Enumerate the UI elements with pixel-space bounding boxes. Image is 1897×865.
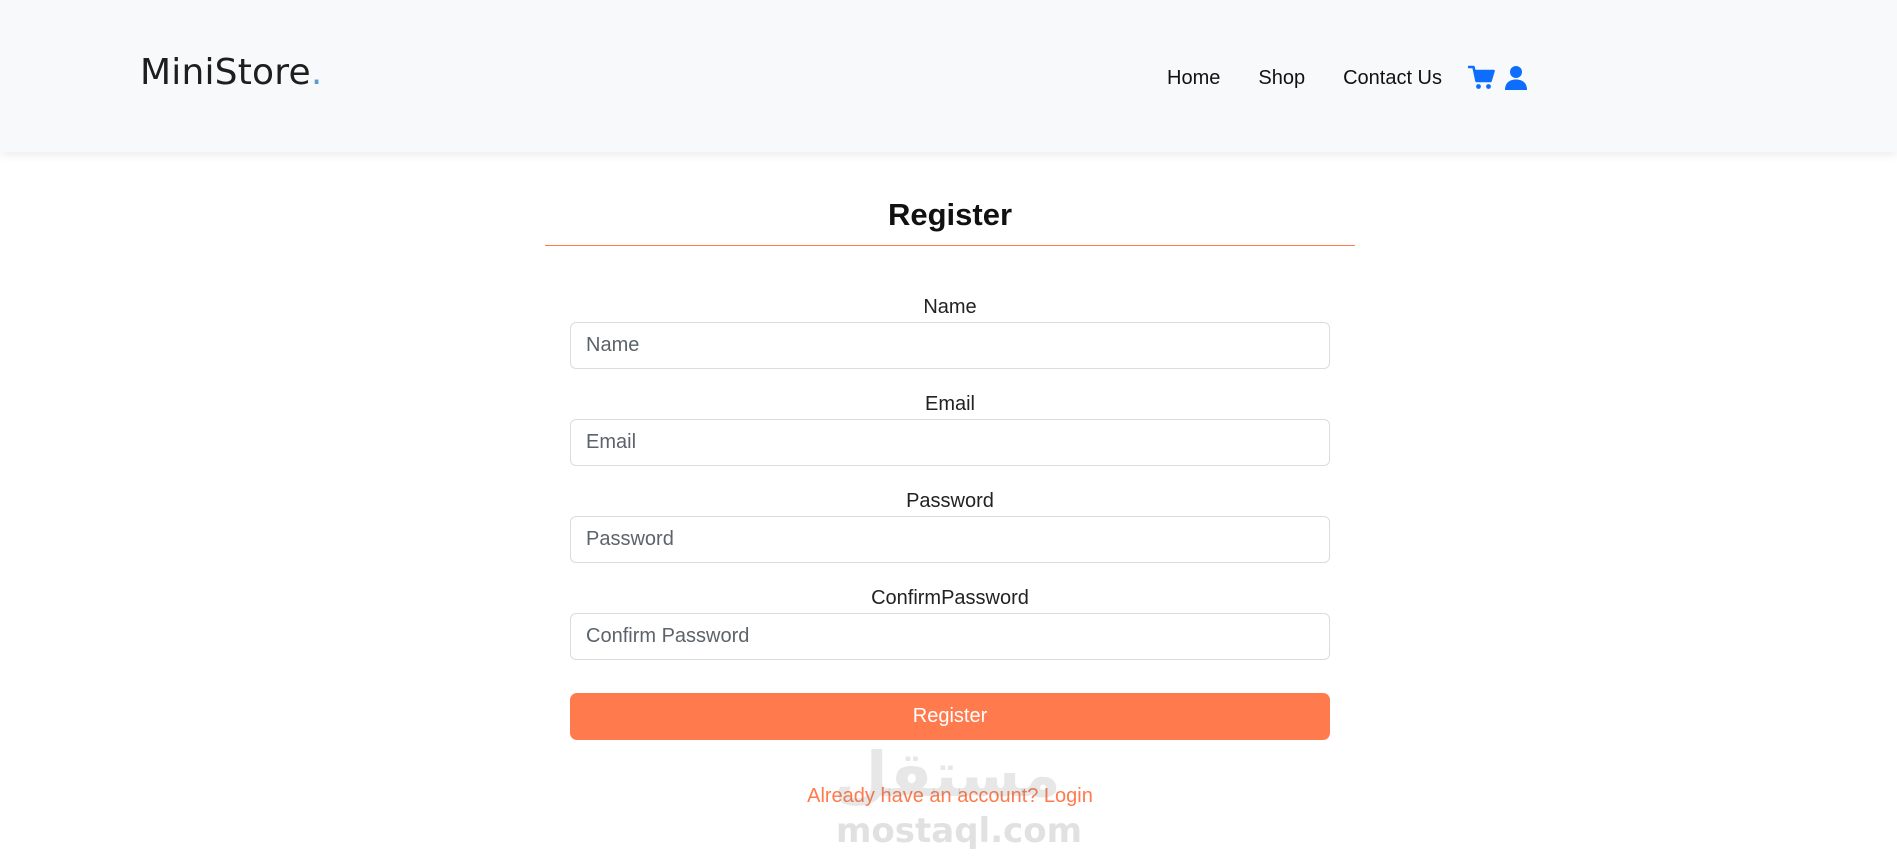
brand-name: MiniStore xyxy=(140,52,311,93)
confirm-password-label: ConfirmPassword xyxy=(871,587,1029,609)
page-title: Register xyxy=(887,197,1013,232)
watermark-latin: mostaql.com xyxy=(836,811,1083,851)
email-input[interactable] xyxy=(570,419,1330,466)
title-divider xyxy=(545,245,1355,246)
confirm-password-input[interactable] xyxy=(570,613,1330,660)
brand-dot: . xyxy=(310,52,323,93)
nav-links: Home Shop Contact Us xyxy=(1167,64,1536,92)
name-label: Name xyxy=(923,296,977,318)
email-label: Email xyxy=(924,393,975,415)
cart-icon[interactable] xyxy=(1467,64,1496,92)
register-button[interactable]: Register xyxy=(570,693,1330,740)
top-navbar: MiniStore. Home Shop Contact Us xyxy=(0,0,1897,152)
login-link[interactable]: Already have an account? Login xyxy=(570,785,1330,808)
brand-logo[interactable]: MiniStore. xyxy=(140,52,323,93)
nav-link-shop[interactable]: Shop xyxy=(1258,67,1305,90)
nav-link-home[interactable]: Home xyxy=(1167,67,1220,90)
password-label: Password xyxy=(906,490,994,512)
user-icon[interactable] xyxy=(1502,64,1530,92)
name-input[interactable] xyxy=(570,322,1330,369)
password-input[interactable] xyxy=(570,516,1330,563)
nav-link-contact-us[interactable]: Contact Us xyxy=(1343,67,1442,90)
